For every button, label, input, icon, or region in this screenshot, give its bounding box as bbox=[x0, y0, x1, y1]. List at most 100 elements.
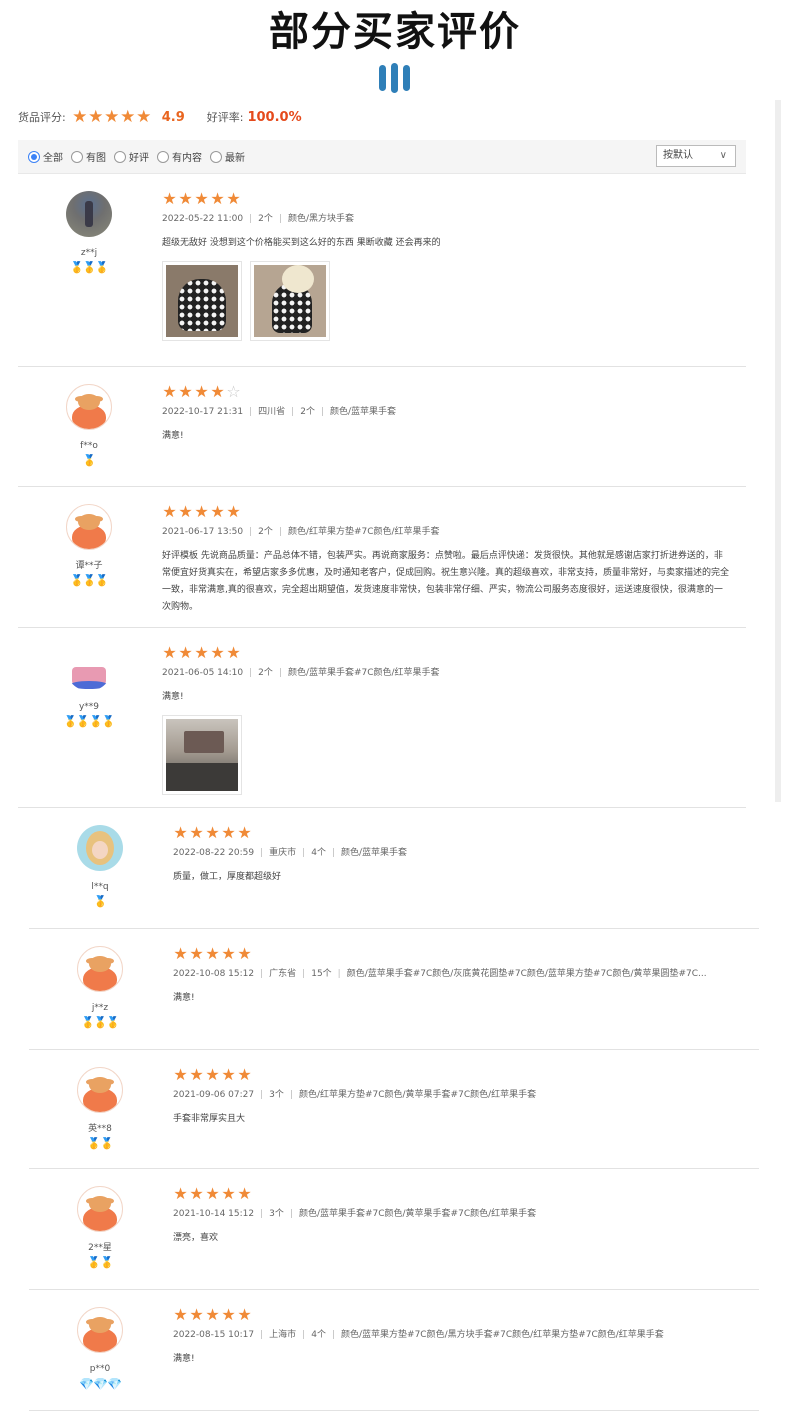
reviewer-info: y**9 🥇🥇🥇🥇 bbox=[39, 645, 139, 729]
review-image[interactable] bbox=[250, 261, 330, 341]
review-image[interactable] bbox=[162, 261, 242, 341]
review-date: 2022-10-08 15:12 bbox=[173, 969, 255, 979]
avatar[interactable] bbox=[77, 1307, 123, 1353]
review-quantity: 15个 bbox=[311, 969, 332, 979]
level-badge-icon: 💎💎💎 bbox=[79, 1377, 122, 1391]
avatar[interactable] bbox=[66, 191, 112, 237]
reviewer-info: z**j 🥇🥇🥇 bbox=[39, 191, 139, 275]
star-icon: ★ bbox=[88, 107, 104, 127]
avatar[interactable] bbox=[77, 1186, 123, 1232]
review-spec: 颜色/蓝苹果手套#7C颜色/黄苹果手套#7C颜色/红苹果手套 bbox=[298, 1209, 537, 1219]
filter-latest[interactable]: 最新 bbox=[210, 149, 245, 164]
star-icon: ★ bbox=[237, 944, 252, 963]
separator: | bbox=[278, 668, 282, 678]
avatar[interactable] bbox=[77, 1067, 123, 1113]
review-text: 手套非常厚实且大 bbox=[173, 1114, 246, 1124]
review-text: 满意! bbox=[173, 993, 195, 1003]
review-content: ★ ★ ★ ★ ★ 2021-06-17 13:50 | 2个 | 颜色/红苹果方垫#7C颜色/红… bbox=[162, 504, 730, 616]
review-filter-bar: 全部 有图 好评 有内容 最新 按默认 ∨ bbox=[18, 140, 746, 174]
review-quantity: 4个 bbox=[311, 848, 326, 858]
filter-positive[interactable]: 好评 bbox=[114, 149, 149, 164]
star-icon: ★ bbox=[189, 823, 204, 842]
avatar[interactable] bbox=[77, 946, 123, 992]
reviewer-name: y**9 bbox=[78, 702, 100, 712]
star-icon: ★ bbox=[173, 1305, 188, 1324]
avatar[interactable] bbox=[66, 645, 112, 691]
review-item: 2**星 🥇🥇 ★ ★ ★ ★ ★ 2021-10-14 15:12 | 3个 | 颜色/蓝苹果手套#… bbox=[29, 1169, 759, 1290]
separator: | bbox=[249, 407, 253, 417]
star-icon: ★ bbox=[210, 189, 225, 208]
review-quantity: 3个 bbox=[269, 1090, 284, 1100]
review-meta: 2021-09-06 07:27 | 3个 | 颜色/红苹果方垫#7C颜色/黄苹果手套#… bbox=[173, 1089, 743, 1101]
star-icon: ★ bbox=[189, 1305, 204, 1324]
radio-icon bbox=[71, 150, 83, 163]
star-icon: ★ bbox=[205, 944, 220, 963]
review-item: 谭**子 🥇🥇🥇 ★ ★ ★ ★ ★ 2021-06-17 13:50 | 2个 | 颜色/红苹果方垫… bbox=[18, 487, 746, 628]
avatar[interactable] bbox=[66, 504, 112, 550]
review-text: 质量，做工，厚度都超级好 bbox=[173, 872, 282, 882]
review-rating: ★ ★ ★ ★ ★ bbox=[162, 504, 730, 520]
separator: | bbox=[278, 527, 282, 537]
reviewer-name: f**o bbox=[80, 441, 98, 451]
review-item: z**j 🥇🥇🥇 ★ ★ ★ ★ ★ 2022-05-22 11:00 | 2个 | 颜色/黑方块手套… bbox=[18, 174, 746, 367]
star-icon: ★ bbox=[162, 643, 177, 662]
reviewer-info: j**z 🥇🥇🥇 bbox=[50, 946, 150, 1030]
avatar[interactable] bbox=[77, 825, 123, 871]
separator: | bbox=[302, 1330, 306, 1340]
review-content: ★ ★ ★ ★ ★ 2022-05-22 11:00 | 2个 | 颜色/黑方块手套 超级无敌好 没… bbox=[162, 191, 730, 341]
review-rating: ★ ★ ★ ★ ★ bbox=[173, 825, 743, 841]
score-label: 货品评分: bbox=[18, 111, 66, 124]
star-icon: ★ bbox=[221, 1065, 236, 1084]
review-quantity: 3个 bbox=[269, 1209, 284, 1219]
review-item: 英**8 🥇🥇 ★ ★ ★ ★ ★ 2021-09-06 07:27 | 3个 | 颜色/红苹果方垫#… bbox=[29, 1050, 759, 1169]
reviewer-name: 英**8 bbox=[88, 1124, 112, 1134]
review-text: 好评模板 先说商品质量：产品总体不错，包装严实。再说商家服务：点赞啦。最后点评快… bbox=[162, 551, 730, 612]
separator: | bbox=[302, 969, 306, 979]
separator: | bbox=[331, 1330, 335, 1340]
level-badge-icon: 🥇🥇 bbox=[87, 1256, 113, 1269]
product-photo bbox=[166, 265, 238, 337]
star-icon: ★ bbox=[226, 189, 241, 208]
scrollbar[interactable] bbox=[775, 100, 781, 802]
level-badge-icon: 🥇🥇 bbox=[87, 1137, 113, 1150]
review-spec: 颜色/黑方块手套 bbox=[287, 214, 354, 224]
chevron-down-icon: ∨ bbox=[719, 150, 727, 161]
separator: | bbox=[337, 969, 341, 979]
review-date: 2021-06-17 13:50 bbox=[162, 527, 244, 537]
star-icon: ★ bbox=[221, 1305, 236, 1324]
radio-icon bbox=[210, 150, 222, 163]
filter-all[interactable]: 全部 bbox=[28, 149, 63, 164]
sort-select[interactable]: 按默认 ∨ bbox=[656, 145, 736, 167]
separator: | bbox=[331, 848, 335, 858]
reviewer-name: p**0 bbox=[89, 1364, 111, 1374]
reviewer-info: l**q 🥇 bbox=[50, 825, 150, 909]
radio-icon bbox=[114, 150, 126, 163]
review-rating: ★ ★ ★ ★ ★ bbox=[173, 1307, 743, 1323]
review-meta: 2021-10-14 15:12 | 3个 | 颜色/蓝苹果手套#7C颜色/黄苹果手套#… bbox=[173, 1208, 743, 1220]
star-icon: ★ bbox=[205, 1305, 220, 1324]
star-icon: ★ bbox=[205, 1184, 220, 1203]
star-icon: ★ bbox=[210, 643, 225, 662]
star-icon: ★ bbox=[237, 1184, 252, 1203]
reviewer-name: l**q bbox=[91, 882, 109, 892]
review-content: ★ ★ ★ ★ ★ 2022-08-15 10:17 | 上海市 | 4个 | 颜色/蓝苹果方垫#7C… bbox=[173, 1307, 743, 1368]
review-image[interactable] bbox=[162, 715, 242, 795]
separator: | bbox=[249, 214, 253, 224]
star-icon: ★ bbox=[221, 944, 236, 963]
avatar[interactable] bbox=[66, 384, 112, 430]
level-badge-icon: 🥇🥇🥇 bbox=[69, 574, 109, 587]
review-text: 满意! bbox=[162, 692, 184, 702]
review-location: 上海市 bbox=[269, 1330, 297, 1340]
filter-with-images[interactable]: 有图 bbox=[71, 149, 106, 164]
filter-with-content[interactable]: 有内容 bbox=[157, 149, 202, 164]
star-icon: ★ bbox=[205, 823, 220, 842]
review-location: 四川省 bbox=[258, 407, 286, 417]
level-badge-icon: 🥇 bbox=[82, 454, 97, 467]
summary-stars: ★ ★ ★ ★ ★ bbox=[72, 107, 152, 127]
star-icon: ★ bbox=[178, 643, 193, 662]
review-date: 2022-08-15 10:17 bbox=[173, 1330, 255, 1340]
level-badge-icon: 🥇🥇🥇🥇 bbox=[63, 715, 116, 728]
good-rate-label: 好评率: bbox=[206, 111, 244, 124]
review-date: 2022-10-17 21:31 bbox=[162, 407, 244, 417]
star-icon: ★ bbox=[237, 823, 252, 842]
